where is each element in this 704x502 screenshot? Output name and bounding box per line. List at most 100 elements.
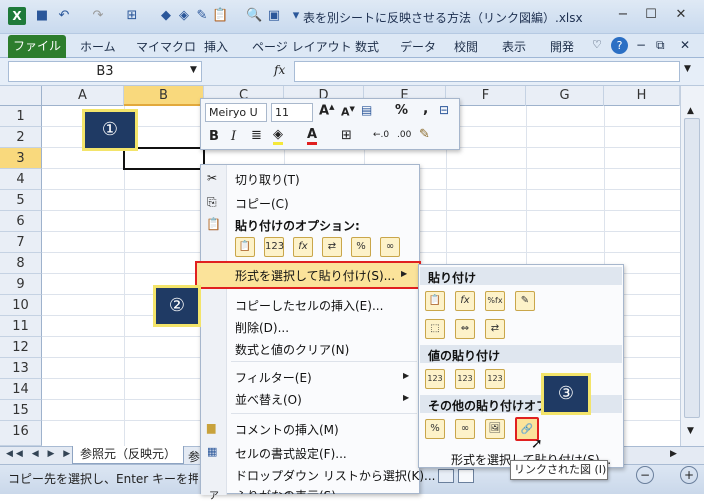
decrease-decimal-icon[interactable]: .00	[397, 130, 411, 140]
tab-home[interactable]: ホーム	[80, 38, 116, 55]
font-color-button[interactable]: A	[307, 127, 318, 145]
menu-item-sort[interactable]: 並べ替え(O)	[235, 391, 302, 408]
shrink-font-icon[interactable]: A▼	[341, 105, 355, 119]
hscroll-right-icon[interactable]: ▶	[670, 449, 677, 459]
grow-font-icon[interactable]: A▲	[319, 103, 334, 118]
row-header-9[interactable]: 9	[0, 274, 42, 295]
sheet-tab-next[interactable]: 参	[188, 448, 200, 465]
paste-all-icon[interactable]: 📋	[425, 291, 445, 311]
tab-file[interactable]: ファイル	[8, 35, 66, 58]
row-header-10[interactable]: 10	[0, 295, 42, 316]
sheet-tab-active[interactable]: 参照元（反映元）	[72, 446, 184, 464]
paste-option-icon[interactable]: 📋	[235, 237, 255, 257]
borders-icon[interactable]: ⊞	[124, 8, 140, 24]
expand-formula-icon[interactable]: ▼	[684, 64, 691, 74]
fill-color-icon[interactable]: ◆	[158, 8, 174, 24]
scroll-down-icon[interactable]: ▼	[687, 426, 694, 436]
tab-page-layout[interactable]: ページ レイアウト	[252, 38, 352, 55]
tab-my-macro[interactable]: マイマクロ	[136, 38, 196, 55]
column-header-a[interactable]: A	[42, 86, 124, 106]
undo-icon[interactable]: ↶	[56, 8, 72, 24]
zoom-out-icon[interactable]: −	[636, 466, 654, 484]
row-header-11[interactable]: 11	[0, 316, 42, 337]
row-header-7[interactable]: 7	[0, 232, 42, 253]
menu-item-insert-comment[interactable]: コメントの挿入(M)	[235, 421, 339, 438]
row-header-5[interactable]: 5	[0, 190, 42, 211]
paste-icon[interactable]: 📋	[212, 8, 228, 24]
fill-color-icon[interactable]: ◈	[273, 127, 283, 145]
menu-item-pick-from-list[interactable]: ドロップダウン リストから選択(K)...	[235, 467, 436, 484]
paste-formulas-number-format-icon[interactable]: %fx	[485, 291, 505, 311]
borders-icon[interactable]: ⊞	[341, 128, 352, 143]
help-icon[interactable]: ?	[611, 37, 628, 54]
row-header-12[interactable]: 12	[0, 337, 42, 358]
close-button[interactable]: ✕	[668, 6, 694, 24]
paste-values-source-format-icon[interactable]: 123	[485, 369, 505, 389]
align-center-icon[interactable]: ≣	[251, 128, 262, 143]
camera-icon[interactable]: ▣	[266, 8, 282, 24]
row-header-15[interactable]: 15	[0, 400, 42, 421]
paste-formatting-icon[interactable]: %	[425, 419, 445, 439]
tab-insert[interactable]: 挿入	[204, 38, 228, 55]
workbook-close-icon[interactable]: ✕	[680, 38, 690, 52]
select-all-corner[interactable]	[0, 86, 42, 106]
page-layout-view-icon[interactable]	[458, 469, 474, 483]
row-header-3[interactable]: 3	[0, 148, 42, 169]
excel-logo-icon[interactable]: X	[8, 7, 26, 25]
keep-column-widths-icon[interactable]: ⇔	[455, 319, 475, 339]
print-preview-icon[interactable]: 🔍	[246, 8, 262, 24]
column-header-b[interactable]: B	[124, 86, 204, 106]
paste-formatting-option-icon[interactable]: %	[351, 237, 371, 257]
paste-picture-icon[interactable]: 🖼	[485, 419, 505, 439]
tab-developer[interactable]: 開発	[550, 38, 574, 55]
number-format-icon[interactable]: ▤	[361, 103, 372, 117]
redo-icon[interactable]: ↷	[90, 8, 106, 24]
formula-input[interactable]	[294, 61, 680, 82]
paste-link-icon[interactable]: ∞	[455, 419, 475, 439]
fill-bucket-icon[interactable]: ◈	[176, 8, 192, 24]
scroll-thumb[interactable]	[684, 118, 700, 418]
paste-formulas-icon[interactable]: fx	[455, 291, 475, 311]
name-box[interactable]: B3	[8, 61, 202, 82]
menu-item-cut[interactable]: 切り取り(T)	[235, 171, 300, 188]
no-borders-icon[interactable]: ⬚	[425, 319, 445, 339]
customize-toolbar-icon[interactable]: ▾	[288, 8, 304, 24]
paste-values-option-icon[interactable]: 123	[264, 237, 284, 257]
paste-values-icon[interactable]: 123	[425, 369, 445, 389]
row-header-6[interactable]: 6	[0, 211, 42, 232]
tab-formulas[interactable]: 数式	[355, 38, 379, 55]
menu-item-format-cells[interactable]: セルの書式設定(F)...	[235, 445, 347, 462]
comma-button[interactable]: ,	[423, 101, 428, 117]
row-header-14[interactable]: 14	[0, 379, 42, 400]
row-header-1[interactable]: 1	[0, 106, 42, 127]
increase-decimal-icon[interactable]: ←.0	[373, 130, 389, 140]
zoom-in-icon[interactable]: +	[680, 466, 698, 484]
bold-button[interactable]: B	[209, 129, 219, 144]
row-header-8[interactable]: 8	[0, 253, 42, 274]
menu-item-clear-contents[interactable]: 数式と値のクリア(N)	[235, 341, 349, 358]
tab-review[interactable]: 校閲	[454, 38, 478, 55]
column-header-h[interactable]: H	[604, 86, 680, 106]
format-painter-icon[interactable]: ✎	[194, 8, 210, 24]
row-header-2[interactable]: 2	[0, 127, 42, 148]
tab-view[interactable]: 表示	[502, 38, 526, 55]
menu-item-paste-special[interactable]: 形式を選択して貼り付け(S)...	[235, 267, 395, 284]
maximize-button[interactable]: ☐	[638, 6, 664, 24]
workbook-minimize-icon[interactable]: −	[636, 38, 646, 52]
font-size-dropdown[interactable]: 11	[271, 103, 313, 122]
keep-source-format-icon[interactable]: ✎	[515, 291, 535, 311]
format-painter-icon[interactable]: ✎	[419, 127, 430, 142]
paste-values-number-format-icon[interactable]: 123	[455, 369, 475, 389]
menu-item-phonetic[interactable]: ふりがなの表示(S)	[235, 487, 336, 494]
paste-link-option-icon[interactable]: ∞	[380, 237, 400, 257]
workbook-restore-icon[interactable]: ⧉	[656, 38, 665, 53]
merge-center-icon[interactable]: ⊟	[439, 103, 449, 117]
percent-button[interactable]: %	[395, 103, 408, 118]
italic-button[interactable]: I	[231, 129, 236, 144]
vertical-scrollbar[interactable]: ▲ ▼	[680, 86, 704, 446]
column-header-g[interactable]: G	[526, 86, 604, 106]
ribbon-collapse-icon[interactable]: ♡	[592, 38, 602, 51]
transpose-icon[interactable]: ⇄	[485, 319, 505, 339]
row-header-16[interactable]: 16	[0, 421, 42, 446]
paste-formulas-option-icon[interactable]: fx	[293, 237, 313, 257]
